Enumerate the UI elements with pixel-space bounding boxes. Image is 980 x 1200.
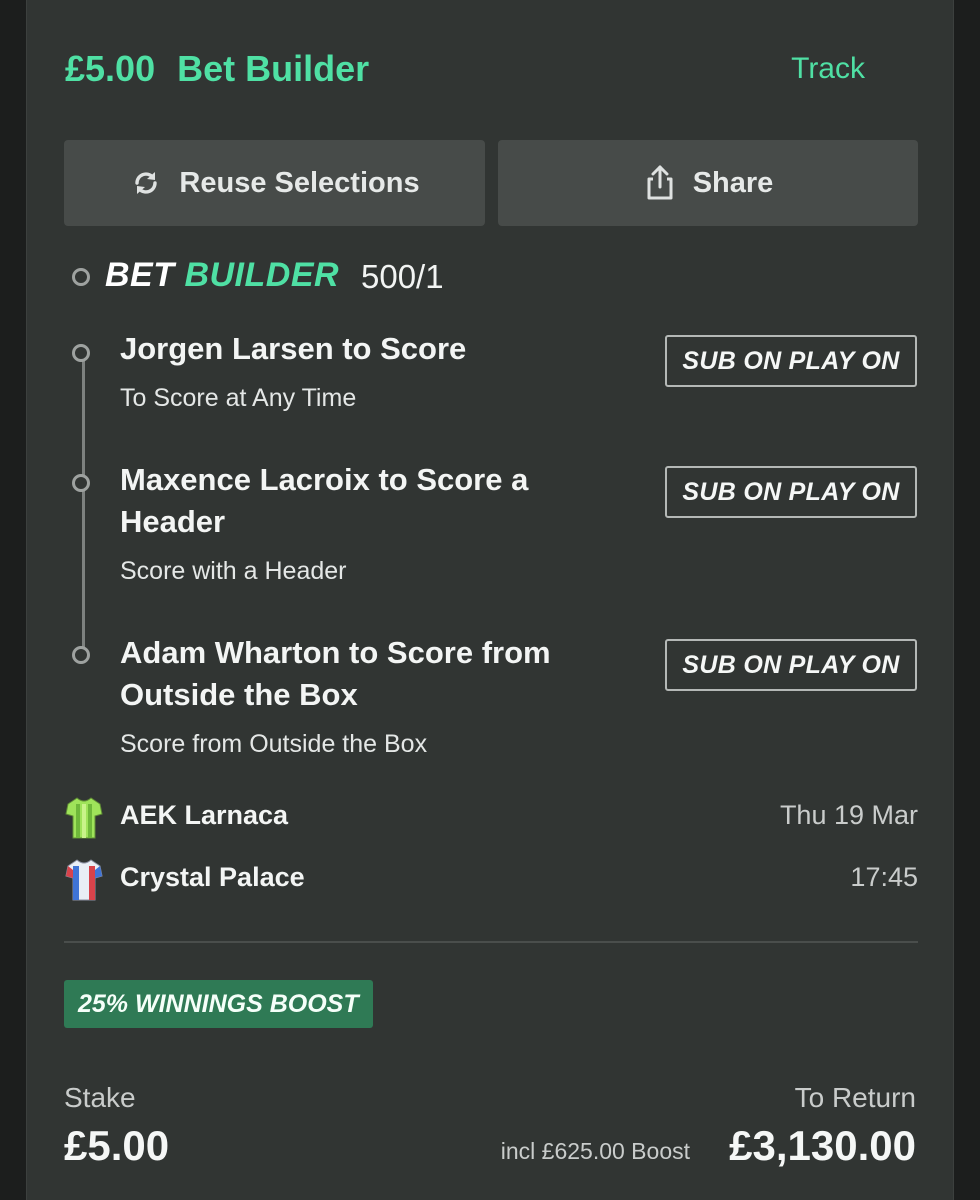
selection-title: Maxence Lacroix to Score a Header [120, 459, 620, 543]
green-shirt-icon [65, 796, 103, 845]
home-team-row: AEK Larnaca Thu 19 Mar [65, 796, 918, 840]
away-team-name: Crystal Palace [120, 862, 305, 892]
timeline-dot [72, 646, 90, 664]
bet-header: £5.00 Bet Builder Track [65, 48, 915, 100]
selection-leg: Jorgen Larsen to Score To Score at Any T… [71, 331, 921, 422]
event-date: Thu 19 Mar [779, 800, 918, 830]
bet-builder-logo-bet: BET [105, 256, 175, 294]
header-bet-type: Bet Builder [177, 48, 370, 89]
track-link[interactable]: Track [791, 52, 865, 86]
selection-title-line: Maxence Lacroix to Score a [120, 462, 529, 497]
bet-builder-row: BET BUILDER 500/1 [71, 256, 671, 300]
bet-builder-logo: BET BUILDER [105, 256, 339, 295]
timeline-dot [72, 474, 90, 492]
red-blue-shirt-icon [65, 858, 103, 907]
bet-builder-logo-builder: BUILDER [184, 256, 340, 294]
selection-title-line: Header [120, 504, 226, 539]
selection-title-line: Jorgen Larsen to Score [120, 331, 467, 366]
to-return-label: To Return [794, 1082, 916, 1113]
stake-label: Stake [64, 1082, 136, 1113]
winnings-boost-badge: 25% WINNINGS BOOST [64, 980, 373, 1028]
refresh-icon [129, 166, 163, 200]
stake-value: £5.00 [64, 1122, 170, 1169]
to-return-value: £3,130.00 [729, 1122, 916, 1169]
sub-on-play-on-badge[interactable]: SUB ON PLAY ON [665, 639, 917, 691]
header-stake: £5.00 [65, 48, 156, 89]
event-time: 17:45 [850, 862, 918, 892]
away-team-row: Crystal Palace 17:45 [65, 858, 918, 902]
timeline-dot [72, 268, 90, 286]
sub-on-play-on-badge[interactable]: SUB ON PLAY ON [665, 335, 917, 387]
bet-title: £5.00 Bet Builder [65, 48, 369, 90]
selection-title: Jorgen Larsen to Score [120, 328, 620, 370]
share-button[interactable]: Share [498, 140, 918, 226]
home-team-name: AEK Larnaca [120, 800, 289, 830]
selection-title-line: Adam Wharton to Score from [120, 635, 551, 670]
selection-market: Score with a Header [120, 557, 347, 585]
share-icon [643, 164, 677, 202]
sub-on-play-on-badge[interactable]: SUB ON PLAY ON [665, 466, 917, 518]
selection-market: To Score at Any Time [120, 384, 357, 412]
selection-leg: Adam Wharton to Score from Outside the B… [71, 635, 921, 766]
selection-title-line: Outside the Box [120, 677, 358, 712]
share-label: Share [692, 166, 774, 199]
reuse-selections-label: Reuse Selections [179, 166, 420, 199]
boost-note: incl £625.00 Boost [500, 1138, 690, 1164]
bet-receipt-card: £5.00 Bet Builder Track Reuse Selections … [26, 0, 954, 1200]
bet-odds: 500/1 [361, 258, 444, 295]
selection-title: Adam Wharton to Score from Outside the B… [120, 632, 620, 716]
divider [64, 941, 918, 943]
timeline-dot [72, 344, 90, 362]
reuse-selections-button[interactable]: Reuse Selections [64, 140, 485, 226]
selection-market: Score from Outside the Box [120, 730, 428, 758]
selection-leg: Maxence Lacroix to Score a Header Score … [71, 462, 921, 592]
